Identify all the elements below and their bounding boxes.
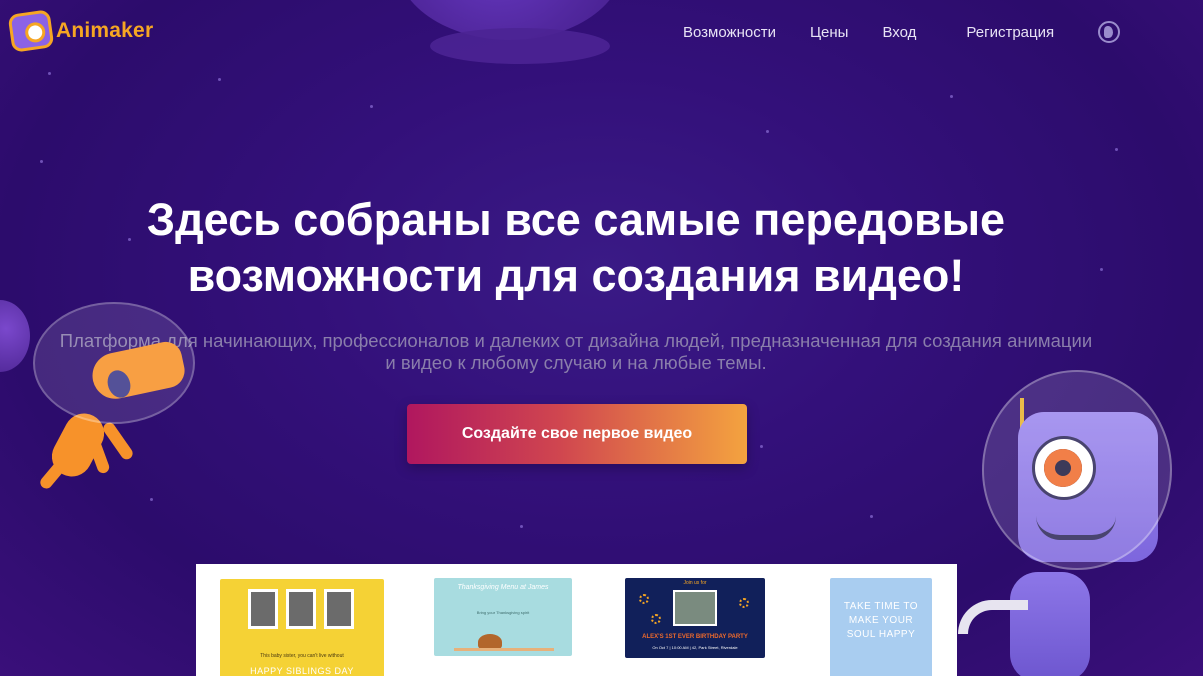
photo-thumbnail <box>286 589 316 629</box>
star <box>48 72 51 75</box>
firework-icon <box>651 614 661 624</box>
firework-icon <box>639 594 649 604</box>
template-2-sub: Bring your Thanksgiving spirit <box>476 610 530 615</box>
template-2-title: Thanksgiving Menu at James <box>457 584 549 591</box>
logo-text: Animaker <box>56 19 154 42</box>
template-4-text: TAKE TIME TO MAKE YOUR SOUL HAPPY <box>830 600 932 642</box>
hero-title: Здесь собраны все самые передовые возмож… <box>0 192 1152 304</box>
star <box>870 515 873 518</box>
star <box>218 78 221 81</box>
table-divider <box>454 648 554 651</box>
photo-thumbnail <box>324 589 354 629</box>
nav-features-link[interactable]: Возможности <box>683 24 776 41</box>
template-3-top: Join us for <box>683 580 707 586</box>
photo-thumbnail <box>673 590 717 626</box>
photo-thumbnail <box>248 589 278 629</box>
nav-login-link[interactable]: Вход <box>882 24 916 41</box>
template-card-siblings-day[interactable]: This baby sister, you can't live without… <box>220 579 384 676</box>
star <box>1115 148 1118 151</box>
robot-arm <box>958 600 1028 634</box>
create-first-video-button[interactable]: Создайте свое первое видео <box>407 404 747 464</box>
robot-helmet <box>982 370 1172 570</box>
site-header: Animaker Возможности Цены Вход Регистрац… <box>0 0 1203 62</box>
template-card-soul-happy[interactable]: TAKE TIME TO MAKE YOUR SOUL HAPPY <box>830 578 932 676</box>
globe-icon[interactable] <box>1098 21 1121 43</box>
template-4-line-3: SOUL HAPPY <box>846 629 916 640</box>
hero-subtitle-line-2: и видео к любому случаю и на любые темы. <box>385 352 767 373</box>
dog-helmet <box>33 302 195 424</box>
main-nav: Возможности Цены Вход Регистрация <box>683 21 1121 43</box>
star <box>950 95 953 98</box>
star <box>370 105 373 108</box>
hero-subtitle-line-1: Платформа для начинающих, профессионалов… <box>59 330 1093 351</box>
template-card-birthday-party[interactable]: Join us for ALEX'S 1ST EVER BIRTHDAY PAR… <box>625 578 765 658</box>
logo[interactable]: Animaker <box>7 9 154 53</box>
nav-pricing-link[interactable]: Цены <box>810 24 849 41</box>
hero-title-line-2: возможности для создания видео! <box>187 250 965 301</box>
template-4-line-1: TAKE TIME TO <box>843 601 919 612</box>
template-1-small-text: This baby sister, you can't live without <box>260 653 344 659</box>
star <box>760 445 763 448</box>
nav-signup-link[interactable]: Регистрация <box>966 24 1054 41</box>
animaker-logo-icon <box>7 9 55 53</box>
star <box>40 160 43 163</box>
template-3-main: ALEX'S 1ST EVER BIRTHDAY PARTY <box>642 634 748 640</box>
dog-leg <box>101 420 135 462</box>
hero-title-line-1: Здесь собраны все самые передовые <box>146 194 1006 245</box>
template-4-line-2: MAKE YOUR <box>848 615 914 626</box>
template-3-foot: On Oct 7 | 10:00 AM | 42, Park Street, R… <box>652 645 738 650</box>
firework-icon <box>739 598 749 608</box>
star <box>766 130 769 133</box>
template-card-thanksgiving[interactable]: Thanksgiving Menu at James Bring your Th… <box>434 578 572 656</box>
star <box>520 525 523 528</box>
template-1-big-text: HAPPY SIBLINGS DAY <box>250 666 354 676</box>
star <box>150 498 153 501</box>
template-showcase: This baby sister, you can't live without… <box>196 564 957 676</box>
